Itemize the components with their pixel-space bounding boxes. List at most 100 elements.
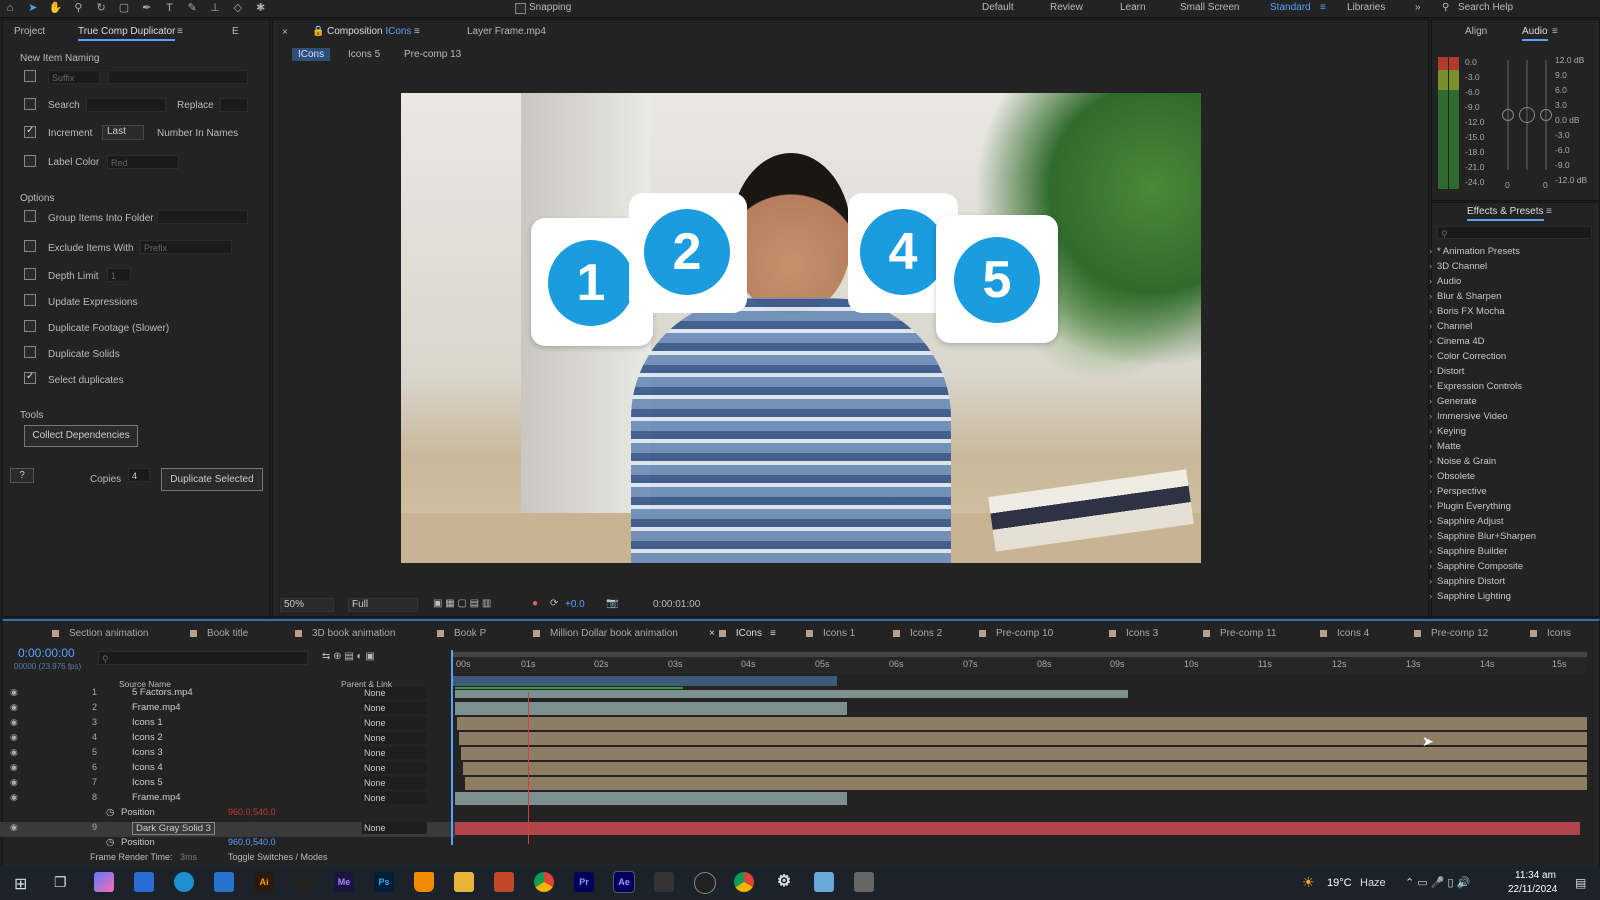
layer-name[interactable]: Icons 5 <box>132 777 163 788</box>
resolution-select[interactable]: Full <box>348 598 418 612</box>
type-tool-icon[interactable]: T <box>162 2 176 15</box>
rotate-tool-icon[interactable]: ↻ <box>94 2 108 15</box>
visibility-eye-icon[interactable]: ◉ <box>10 822 18 833</box>
premiere-icon[interactable]: Pr <box>574 872 594 892</box>
effect-cinema-4d[interactable]: Cinema 4D <box>1429 336 1484 347</box>
layer-bar-1[interactable] <box>455 690 1128 698</box>
notification-icon[interactable]: ▤ <box>1575 876 1586 890</box>
visibility-eye-icon[interactable]: ◉ <box>10 792 18 803</box>
weather-condition[interactable]: Haze <box>1360 877 1386 889</box>
davinci-icon[interactable] <box>654 872 674 892</box>
work-area-start[interactable] <box>452 676 837 686</box>
parent-select[interactable]: None <box>362 822 427 834</box>
layer-row-4[interactable]: ◉ 4 Icons 2 None <box>0 732 455 747</box>
layer-bar-7[interactable] <box>465 777 1587 790</box>
tab-align[interactable]: Align <box>1465 26 1487 37</box>
task-view-icon[interactable]: ❐ <box>54 874 67 891</box>
layer-name[interactable]: Frame.mp4 <box>132 792 181 803</box>
illustrator-icon[interactable]: Ai <box>254 872 274 892</box>
selection-tool-icon[interactable]: ➤ <box>26 2 40 15</box>
effect-sapphire-distort[interactable]: Sapphire Distort <box>1429 576 1505 587</box>
increment-mode-select[interactable]: Last <box>102 125 144 140</box>
depth-limit-input[interactable]: 1 <box>107 268 131 282</box>
current-time-indicator[interactable] <box>451 650 461 845</box>
layer-row-1[interactable]: ◉ 1 5 Factors.mp4 None <box>0 687 455 702</box>
media-player-icon[interactable] <box>854 872 874 892</box>
effect-audio[interactable]: Audio <box>1429 276 1461 287</box>
suffix-input[interactable] <box>108 70 248 84</box>
effect-immersive-video[interactable]: Immersive Video <box>1429 411 1508 422</box>
stopwatch-icon[interactable]: ◷ <box>106 837 114 848</box>
parent-select[interactable]: None <box>362 702 427 714</box>
more-workspaces-icon[interactable]: » <box>1415 2 1421 13</box>
effect-matte[interactable]: Matte <box>1429 441 1461 452</box>
copilot-icon[interactable] <box>94 872 114 892</box>
volume-knob-b[interactable] <box>1519 107 1535 123</box>
layer-bar-8[interactable] <box>455 792 847 805</box>
volume-knob-c[interactable] <box>1540 109 1552 121</box>
layer-row-5[interactable]: ◉ 5 Icons 3 None <box>0 747 455 762</box>
parent-select[interactable]: None <box>362 762 427 774</box>
duplicate-selected-button[interactable]: Duplicate Selected <box>161 468 263 491</box>
layer-name[interactable]: Icons 1 <box>132 717 163 728</box>
duplicate-solids-checkbox[interactable] <box>24 346 36 358</box>
visibility-eye-icon[interactable]: ◉ <box>10 762 18 773</box>
search-field[interactable] <box>86 98 166 112</box>
layer-row-7[interactable]: ◉ 7 Icons 5 None <box>0 777 455 792</box>
obs-icon[interactable] <box>694 872 716 894</box>
parent-select[interactable]: None <box>362 732 427 744</box>
effects-presets-title[interactable]: Effects & Presets <box>1467 206 1544 221</box>
photoshop-icon[interactable]: Ps <box>374 872 394 892</box>
store-icon[interactable] <box>134 872 154 892</box>
weather-temp[interactable]: 19°C <box>1327 877 1352 889</box>
exposure-value[interactable]: +0.0 <box>565 599 585 610</box>
volume-knob-a[interactable] <box>1502 109 1514 121</box>
effect-blur-sharpen[interactable]: Blur & Sharpen <box>1429 291 1501 302</box>
edge-icon[interactable] <box>174 872 194 892</box>
tab-icons[interactable]: Icons <box>1530 628 1571 639</box>
tab-icons-2[interactable]: Icons 2 <box>893 628 942 639</box>
layer-name[interactable]: Icons 2 <box>132 732 163 743</box>
search-checkbox[interactable] <box>24 98 36 110</box>
powerpoint-icon[interactable] <box>494 872 514 892</box>
icon-card-2[interactable]: 2 <box>629 193 747 313</box>
workspace-libraries[interactable]: Libraries <box>1347 2 1385 13</box>
effect-sapphire-builder[interactable]: Sapphire Builder <box>1429 546 1507 557</box>
tab-book-p[interactable]: Book P <box>437 628 486 639</box>
replace-field[interactable] <box>220 98 248 112</box>
home-icon[interactable]: ⌂ <box>3 2 17 15</box>
layer-name[interactable]: Icons 3 <box>132 747 163 758</box>
duplicate-footage-checkbox[interactable] <box>24 320 36 332</box>
timeline-timecode[interactable]: 0:00:00:00 <box>18 646 75 660</box>
breadcrumb-icons[interactable]: ICons <box>292 48 331 61</box>
pen-tool-icon[interactable]: ✒ <box>140 2 154 15</box>
layer-bar-9[interactable] <box>455 822 1580 835</box>
stopwatch-icon[interactable]: ◷ <box>106 807 114 818</box>
settings-gear-icon[interactable]: ⚙ <box>774 872 794 892</box>
chrome-icon[interactable] <box>534 872 554 892</box>
close-comp-tab-icon[interactable]: × <box>282 27 288 38</box>
tab-icons-active[interactable]: × ICons ≡ <box>709 628 776 639</box>
workspace-learn[interactable]: Learn <box>1120 2 1146 13</box>
effect-3d-channel[interactable]: 3D Channel <box>1429 261 1487 272</box>
effect-animation-presets[interactable]: * Animation Presets <box>1429 246 1520 257</box>
clock-time[interactable]: 11:34 am <box>1515 870 1556 881</box>
magnification-select[interactable]: 50% <box>280 598 334 612</box>
tab-composition[interactable]: Composition ICons <box>327 26 412 37</box>
layer-bar-3[interactable] <box>457 717 1587 730</box>
puppet-tool-icon[interactable]: ✱ <box>254 2 268 15</box>
search-help-input[interactable]: Search Help <box>1458 2 1513 13</box>
parent-select[interactable]: None <box>362 777 427 789</box>
position-row-9[interactable]: ◷ Position 960.0,540.0 <box>0 837 455 852</box>
rectangle-tool-icon[interactable]: ▢ <box>117 2 131 15</box>
visibility-eye-icon[interactable]: ◉ <box>10 702 18 713</box>
update-expressions-checkbox[interactable] <box>24 294 36 306</box>
work-area-bar[interactable] <box>452 652 1587 657</box>
tab-precomp-10[interactable]: Pre-comp 10 <box>979 628 1053 639</box>
audio-menu-icon[interactable]: ≡ <box>1552 26 1558 37</box>
collect-dependencies-button[interactable]: Collect Dependencies <box>24 425 138 447</box>
layer-name[interactable]: Frame.mp4 <box>132 702 181 713</box>
group-folder-input[interactable] <box>157 210 248 224</box>
workspace-default[interactable]: Default <box>982 2 1014 13</box>
icon-card-5[interactable]: 5 <box>936 215 1058 343</box>
